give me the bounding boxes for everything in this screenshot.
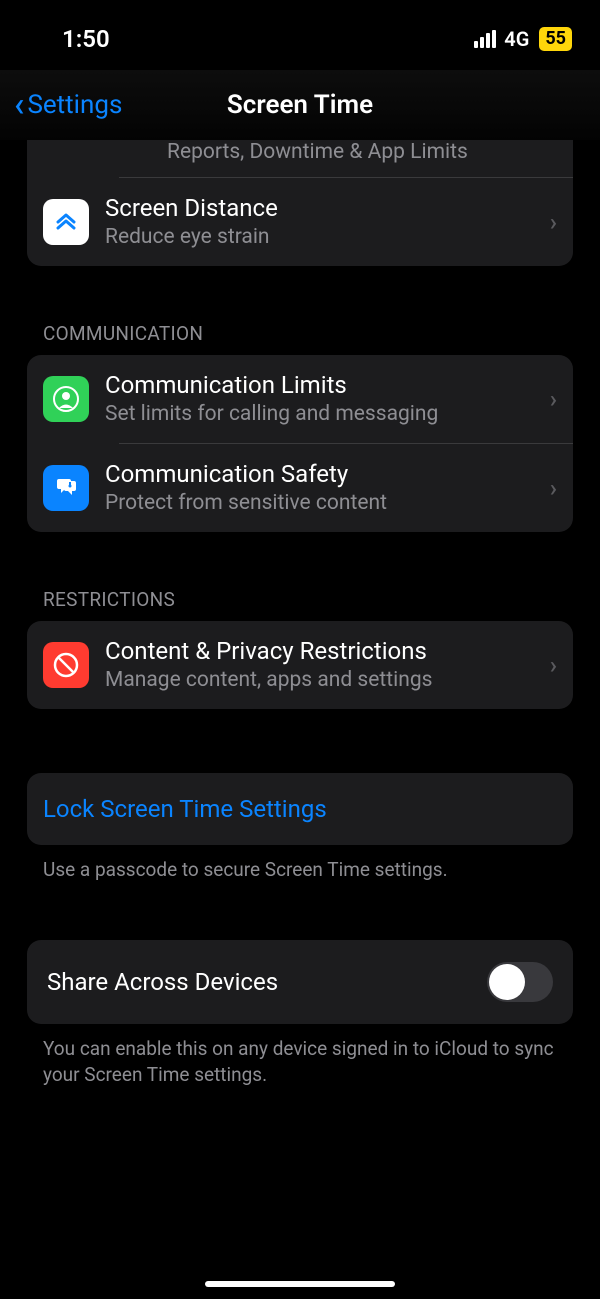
section-header-restrictions: RESTRICTIONS — [27, 588, 573, 621]
toggle-knob — [489, 964, 525, 1000]
row-title: Communication Safety — [105, 460, 540, 488]
row-content-privacy[interactable]: Content & Privacy Restrictions Manage co… — [27, 621, 573, 709]
group-restrictions: Content & Privacy Restrictions Manage co… — [27, 621, 573, 709]
back-button[interactable]: ‹ Settings — [14, 88, 122, 122]
network-label: 4G — [504, 27, 529, 51]
status-right: 4G 55 — [474, 27, 572, 51]
row-communication-limits[interactable]: Communication Limits Set limits for call… — [27, 355, 573, 443]
screen-distance-icon — [43, 199, 89, 245]
footer-share: You can enable this on any device signed… — [27, 1024, 573, 1089]
speech-bubble-alert-icon — [43, 465, 89, 511]
row-share-across-devices: Share Across Devices — [27, 940, 573, 1024]
row-screen-distance[interactable]: Screen Distance Reduce eye strain › — [27, 178, 573, 266]
row-lock-screen-time[interactable]: Lock Screen Time Settings — [27, 773, 573, 845]
status-time: 1:50 — [62, 25, 110, 53]
row-sub: Set limits for calling and messaging — [105, 401, 540, 427]
back-label: Settings — [27, 90, 122, 120]
chevron-right-icon: › — [550, 651, 557, 679]
group-lock: Lock Screen Time Settings — [27, 773, 573, 845]
page-title: Screen Time — [227, 90, 373, 120]
no-entry-icon — [43, 642, 89, 688]
row-text: Screen Distance Reduce eye strain — [105, 194, 540, 250]
row-title: Screen Distance — [105, 194, 540, 222]
home-indicator[interactable] — [205, 1281, 395, 1287]
row-sub: Reduce eye strain — [105, 224, 540, 250]
link-label: Lock Screen Time Settings — [43, 795, 327, 823]
row-text: Communication Safety Protect from sensit… — [105, 460, 540, 516]
chevron-right-icon: › — [550, 474, 557, 502]
chevron-right-icon: › — [550, 385, 557, 413]
row-reports-partial[interactable]: Reports, Downtime & App Limits — [27, 140, 573, 178]
row-title: Content & Privacy Restrictions — [105, 637, 540, 665]
row-text: Content & Privacy Restrictions Manage co… — [105, 637, 540, 693]
share-toggle[interactable] — [487, 962, 553, 1002]
footer-lock: Use a passcode to secure Screen Time set… — [27, 845, 573, 884]
row-text: Communication Limits Set limits for call… — [105, 371, 540, 427]
chevron-left-icon: ‹ — [14, 88, 24, 122]
row-sub: Reports, Downtime & App Limits — [167, 140, 468, 164]
cellular-signal-icon — [474, 30, 496, 48]
section-header-communication: COMMUNICATION — [27, 322, 573, 355]
row-sub: Manage content, apps and settings — [105, 667, 540, 693]
status-bar: 1:50 4G 55 — [0, 0, 600, 70]
row-title: Communication Limits — [105, 371, 540, 399]
toggle-label: Share Across Devices — [47, 968, 487, 996]
row-communication-safety[interactable]: Communication Safety Protect from sensit… — [27, 444, 573, 532]
nav-bar: ‹ Settings Screen Time — [0, 70, 600, 140]
chevron-right-icon: › — [550, 208, 557, 236]
person-circle-icon — [43, 376, 89, 422]
group-communication: Communication Limits Set limits for call… — [27, 355, 573, 532]
group-share: Share Across Devices — [27, 940, 573, 1024]
top-group: Reports, Downtime & App Limits Screen Di… — [27, 140, 573, 266]
row-sub: Protect from sensitive content — [105, 490, 540, 516]
battery-level: 55 — [539, 27, 572, 51]
